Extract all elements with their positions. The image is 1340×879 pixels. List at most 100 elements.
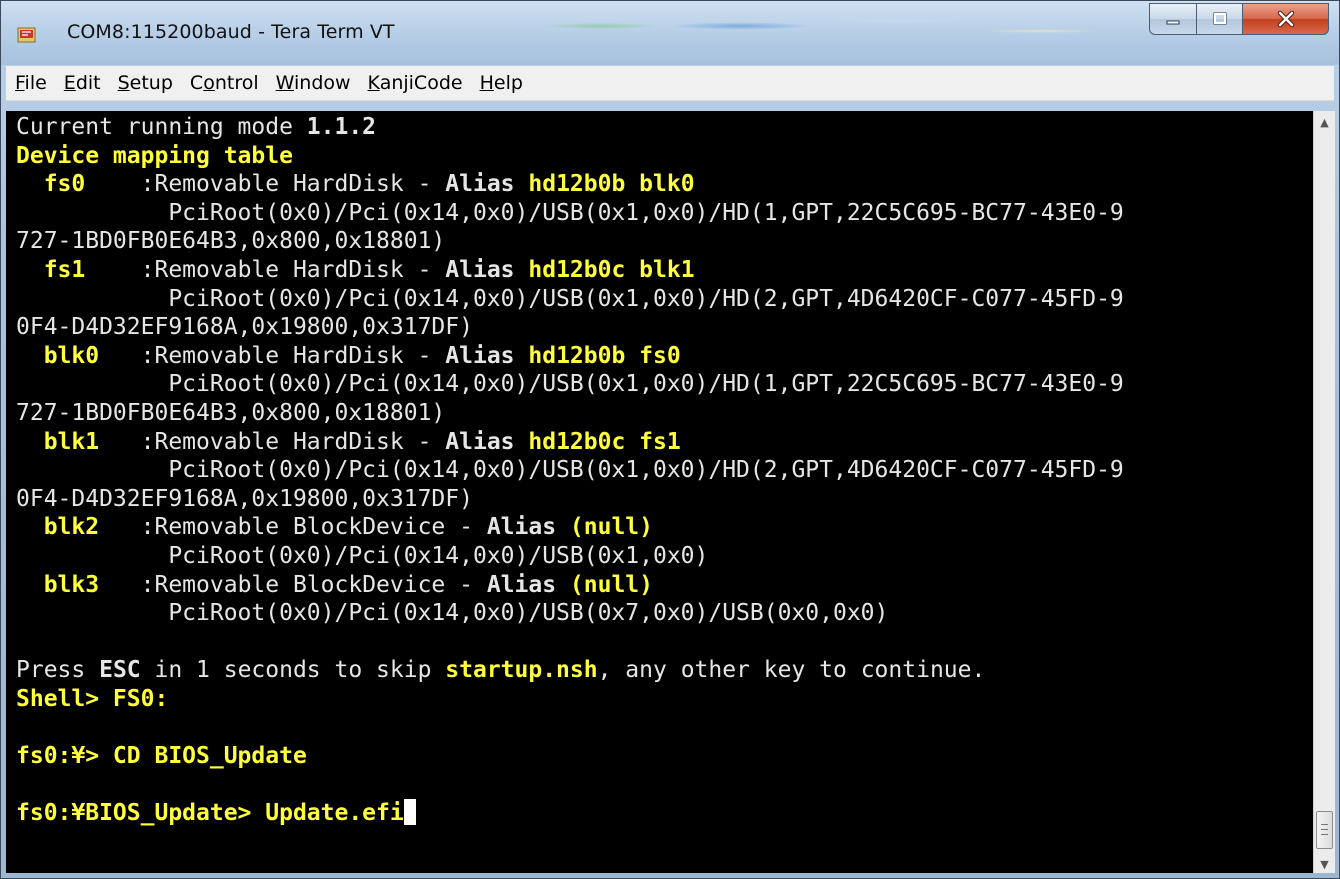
menu-item[interactable]: Control <box>181 66 267 100</box>
window-title: COM8:115200baud - Tera Term VT <box>67 21 395 43</box>
terminal-text: :Removable HardDisk - <box>85 171 446 198</box>
tera-term-window: COM8:115200baud - Tera Term VT File Edit… <box>0 0 1340 879</box>
text-cursor <box>403 799 416 826</box>
menu-item[interactable]: File <box>6 66 55 100</box>
terminal-text: :Removable BlockDevice - <box>99 514 487 541</box>
menu-item-text: C <box>189 72 204 94</box>
terminal-text: Alias <box>445 256 529 283</box>
menu-item[interactable]: Window <box>267 66 359 100</box>
terminal-text: 727-1BD0FB0E64B3,0x800,0x18801) <box>16 228 446 255</box>
menu-item-text: anjiCode <box>379 72 463 94</box>
terminal-line: Device mapping table <box>16 142 1124 171</box>
terminal-line: 727-1BD0FB0E64B3,0x800,0x18801) <box>16 227 1124 256</box>
scroll-down-icon[interactable]: ▼ <box>1314 853 1335 875</box>
terminal-text: ESC <box>99 657 141 684</box>
terminal-line: fs0:¥> CD BIOS_Update <box>16 742 1124 771</box>
terminal-text: Shell> FS0: <box>16 685 169 712</box>
terminal-text: Alias <box>445 171 529 198</box>
menu-bar: File Edit Setup Control Window KanjiCode Help <box>6 66 1334 101</box>
terminal-text: blk2 <box>16 514 100 541</box>
menu-item-text: indow <box>294 72 351 94</box>
terminal-line: PciRoot(0x0)/Pci(0x14,0x0)/USB(0x1,0x0)/… <box>16 285 1124 314</box>
terminal-text: hd12b0b blk0 <box>528 171 695 198</box>
close-button[interactable] <box>1243 3 1329 35</box>
terminal-output: Current running mode 1.1.2 Device mapping… <box>16 113 1124 828</box>
terminal-text: Current running mode <box>16 114 307 140</box>
terminal-text: blk3 <box>16 571 100 598</box>
minimize-icon <box>1166 20 1180 25</box>
title-bar[interactable]: COM8:115200baud - Tera Term VT <box>1 1 1339 65</box>
terminal-line: blk2 :Removable BlockDevice - Alias (nul… <box>16 513 1124 542</box>
terminal-text: fs0 <box>16 171 86 198</box>
terminal-text: PciRoot(0x0)/Pci(0x14,0x0)/USB(0x1,0x0)/… <box>16 285 1124 312</box>
terminal-text: hd12b0b fs0 <box>528 342 681 369</box>
menu-item[interactable]: Edit <box>55 66 109 100</box>
terminal-text: 0F4-D4D32EF9168A,0x19800,0x317DF) <box>16 485 473 512</box>
menu-item-text: ntrol <box>214 72 259 94</box>
terminal-text: Press <box>16 657 100 684</box>
menu-item-text: dit <box>75 72 101 94</box>
menu-item-text: ile <box>24 72 47 94</box>
terminal-line: blk3 :Removable BlockDevice - Alias (nul… <box>16 571 1124 600</box>
menu-item[interactable]: Help <box>471 66 531 100</box>
terminal-line: PciRoot(0x0)/Pci(0x14,0x0)/USB(0x7,0x0)/… <box>16 599 1124 628</box>
terminal-text: Device mapping table <box>16 142 293 169</box>
window-controls <box>1149 3 1329 37</box>
terminal-text: :Removable HardDisk - <box>85 256 446 283</box>
terminal-line: fs0:¥BIOS_Update> Update.efi <box>16 799 1124 828</box>
menu-item-accelerator: F <box>15 72 25 94</box>
menu-item-text: etup <box>129 72 173 94</box>
close-icon <box>1277 10 1294 28</box>
terminal-text: PciRoot(0x0)/Pci(0x14,0x0)/USB(0x7,0x0)/… <box>16 600 889 627</box>
terminal-text: blk0 <box>16 342 100 369</box>
terminal-line: 0F4-D4D32EF9168A,0x19800,0x317DF) <box>16 485 1124 514</box>
terminal-line: PciRoot(0x0)/Pci(0x14,0x0)/USB(0x1,0x0)/… <box>16 370 1124 399</box>
menu-item-accelerator: S <box>117 72 130 94</box>
terminal-text: fs0:¥BIOS_Update> Update.efi <box>16 800 404 827</box>
terminal-text: in 1 seconds to skip <box>140 657 446 684</box>
minimize-button[interactable] <box>1149 3 1197 35</box>
maximize-icon <box>1213 12 1226 25</box>
menu-item[interactable]: Setup <box>109 66 181 100</box>
terminal-screen[interactable]: Current running mode 1.1.2 Device mapping… <box>6 111 1313 875</box>
menu-item-accelerator: E <box>63 72 76 94</box>
menu-item-accelerator: o <box>203 72 215 94</box>
terminal-text: 0F4-D4D32EF9168A,0x19800,0x317DF) <box>16 314 473 341</box>
terminal-text: 1.1.2 <box>306 114 377 140</box>
terminal-line: blk1 :Removable HardDisk - Alias hd12b0c… <box>16 428 1124 457</box>
menu-item-accelerator: K <box>367 72 380 94</box>
terminal-text: hd12b0c fs1 <box>528 428 681 455</box>
terminal-line: fs1 :Removable HardDisk - Alias hd12b0c … <box>16 256 1124 285</box>
terminal-line: Shell> FS0: <box>16 685 1124 714</box>
terminal-line: 727-1BD0FB0E64B3,0x800,0x18801) <box>16 399 1124 428</box>
terminal-line: blk0 :Removable HardDisk - Alias hd12b0b… <box>16 342 1124 371</box>
vertical-scrollbar[interactable]: ▲ ▼ <box>1313 111 1335 875</box>
menu-item-accelerator: W <box>275 72 294 94</box>
terminal-text: Alias <box>486 514 570 541</box>
menu-item[interactable]: KanjiCode <box>359 66 471 100</box>
scrollbar-thumb[interactable] <box>1316 811 1333 849</box>
terminal-text: fs1 <box>16 256 86 283</box>
scroll-up-icon[interactable]: ▲ <box>1314 111 1335 133</box>
terminal-text: 727-1BD0FB0E64B3,0x800,0x18801) <box>16 399 446 426</box>
maximize-button[interactable] <box>1197 3 1243 35</box>
menu-item-text: elp <box>493 72 523 94</box>
terminal-text: , any other key to continue. <box>597 657 986 684</box>
menu-item-accelerator: H <box>479 72 494 94</box>
terminal-text: :Removable HardDisk - <box>99 342 446 369</box>
terminal-line: 0F4-D4D32EF9168A,0x19800,0x317DF) <box>16 313 1124 342</box>
window-frame-bottom <box>1 873 1339 878</box>
terminal-text: Alias <box>445 428 529 455</box>
terminal-text: fs0:¥> CD BIOS_Update <box>16 743 307 770</box>
terminal-line: PciRoot(0x0)/Pci(0x14,0x0)/USB(0x1,0x0)/… <box>16 199 1123 228</box>
terminal-line: fs0 :Removable HardDisk - Alias hd12b0b … <box>16 170 1124 199</box>
terminal-text: :Removable BlockDevice - <box>99 571 487 598</box>
terminal-text: PciRoot(0x0)/Pci(0x14,0x0)/USB(0x1,0x0)/… <box>16 457 1124 484</box>
terminal-text: PciRoot(0x0)/Pci(0x14,0x0)/USB(0x1,0x0) <box>16 542 709 569</box>
tera-term-icon[interactable] <box>17 25 37 45</box>
terminal-text: PciRoot(0x0)/Pci(0x14,0x0)/USB(0x1,0x0)/… <box>16 371 1124 398</box>
terminal-text: Alias <box>445 342 529 369</box>
